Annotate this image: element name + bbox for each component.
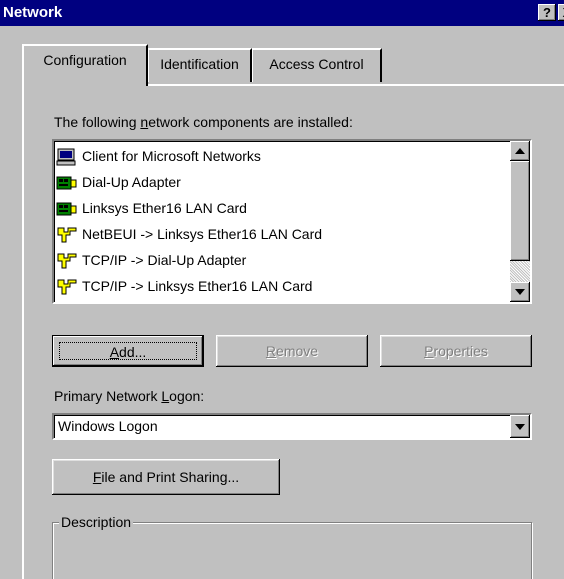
list-item[interactable]: Linksys Ether16 LAN Card: [56, 195, 247, 221]
arrow-down-icon: [515, 289, 525, 295]
components-scrollbar[interactable]: [510, 141, 530, 302]
properties-button[interactable]: Properties: [380, 335, 532, 367]
tab-identification-label: Identification: [160, 56, 239, 72]
help-button[interactable]: ?: [538, 4, 556, 21]
add-button[interactable]: Add...: [52, 335, 204, 367]
list-item[interactable]: TCP/IP -> Linksys Ether16 LAN Card: [56, 273, 312, 299]
tab-configuration[interactable]: Configuration: [22, 44, 148, 86]
primary-logon-value: Windows Logon: [58, 418, 158, 434]
dropdown-button[interactable]: [510, 415, 530, 438]
scroll-thumb[interactable]: [510, 161, 530, 261]
protocol-icon: [56, 278, 78, 296]
tab-configuration-label: Configuration: [43, 52, 127, 68]
file-print-sharing-button[interactable]: File and Print Sharing...: [52, 459, 280, 495]
components-list[interactable]: Client for Microsoft Networks Dial-Up Ad…: [52, 139, 532, 304]
tab-access-control[interactable]: Access Control: [252, 48, 382, 82]
list-item[interactable]: TCP/IP -> Dial-Up Adapter: [56, 247, 246, 273]
adapter-icon: [56, 200, 78, 218]
scroll-down-button[interactable]: [510, 282, 530, 302]
protocol-icon: [56, 252, 78, 270]
protocol-icon: [56, 226, 78, 244]
list-item[interactable]: Dial-Up Adapter: [56, 169, 181, 195]
chevron-down-icon: [515, 424, 525, 430]
tab-identification[interactable]: Identification: [148, 48, 252, 82]
network-dialog: Network ? X Configuration Identification…: [0, 0, 564, 579]
description-group: Description: [52, 514, 532, 579]
tab-access-control-label: Access Control: [269, 56, 364, 72]
primary-logon-label: Primary Network Logon:: [54, 388, 205, 404]
window-title: Network: [3, 4, 63, 21]
description-label: Description: [59, 514, 134, 530]
client-icon: [56, 148, 78, 166]
close-button[interactable]: X: [558, 4, 564, 21]
scroll-up-button[interactable]: [510, 141, 530, 161]
components-label: The following network components are ins…: [54, 114, 353, 130]
list-item[interactable]: Client for Microsoft Networks: [56, 143, 261, 169]
title-bar[interactable]: Network ? X: [0, 0, 564, 26]
adapter-icon: [56, 174, 78, 192]
list-item[interactable]: NetBEUI -> Linksys Ether16 LAN Card: [56, 221, 322, 247]
remove-button[interactable]: Remove: [216, 335, 368, 367]
arrow-up-icon: [515, 148, 525, 154]
primary-logon-select[interactable]: Windows Logon: [52, 413, 532, 440]
